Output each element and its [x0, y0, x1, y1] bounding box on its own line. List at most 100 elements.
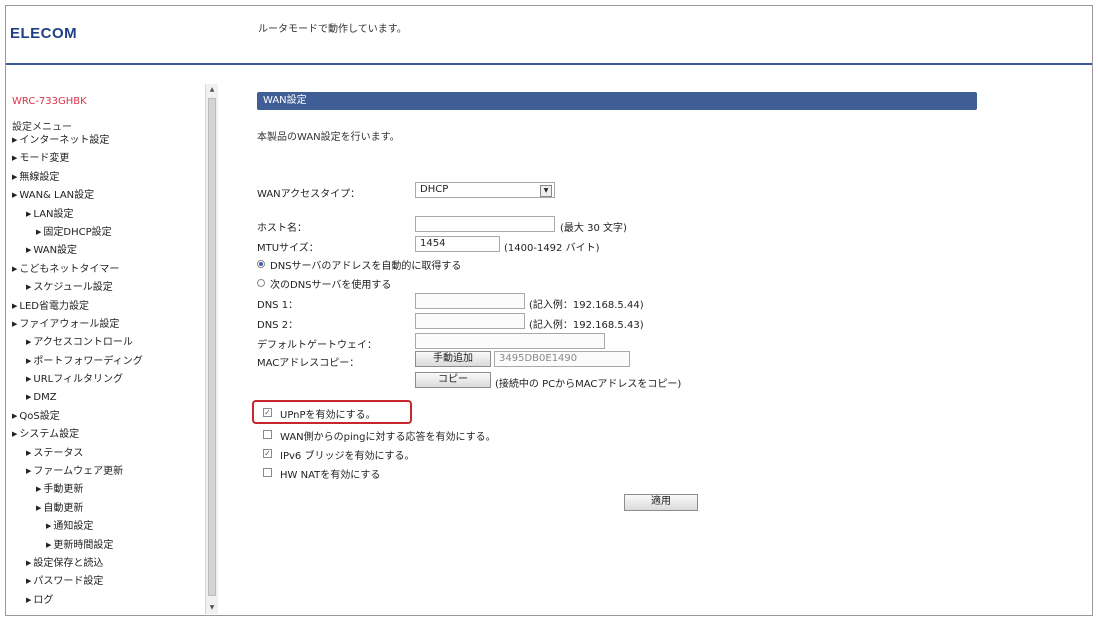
- triangle-right-icon: ▶: [26, 209, 32, 218]
- sidebar-item-label: 通知設定: [53, 521, 94, 533]
- sidebar-item-label: QoS設定: [19, 410, 60, 422]
- dns-auto-radio[interactable]: [257, 260, 265, 268]
- mac-address-input[interactable]: 3495DB0E1490: [494, 351, 630, 367]
- sidebar-item[interactable]: ▶ 自動更新: [6, 500, 206, 518]
- triangle-right-icon: ▶: [26, 338, 32, 347]
- sidebar-item[interactable]: ▶ LAN設定: [6, 206, 206, 224]
- scroll-down-icon[interactable]: ▼: [206, 602, 218, 614]
- manual-add-button[interactable]: 手動追加: [415, 351, 491, 367]
- sidebar-item[interactable]: ▶ WAN設定: [6, 242, 206, 260]
- sidebar-item[interactable]: ▶ モード変更: [6, 150, 206, 168]
- sidebar-item-label: 自動更新: [43, 502, 84, 514]
- sidebar-item[interactable]: ▶ 無線設定: [6, 169, 206, 187]
- sidebar-item[interactable]: ▶ 設定保存と読込: [6, 555, 206, 573]
- sidebar-item[interactable]: ▶ ファームウェア更新: [6, 463, 206, 481]
- triangle-right-icon: ▶: [12, 430, 18, 439]
- scroll-thumb[interactable]: [208, 98, 216, 596]
- sidebar-item[interactable]: ▶ ポートフォワーディング: [6, 353, 206, 371]
- triangle-right-icon: ▶: [12, 319, 18, 328]
- apply-button[interactable]: 適用: [624, 494, 698, 511]
- sidebar-item[interactable]: ▶ システム設定: [6, 426, 206, 444]
- mac-copy-hint: (接続中の PCからMACアドレスをコピー): [495, 379, 682, 390]
- triangle-right-icon: ▶: [12, 191, 18, 200]
- sidebar-item-label: パスワード設定: [33, 576, 104, 588]
- triangle-right-icon: ▶: [26, 393, 32, 402]
- hostname-label: ホスト名：: [257, 223, 307, 234]
- sidebar-item[interactable]: ▶ 手動更新: [6, 481, 206, 499]
- triangle-right-icon: ▶: [26, 467, 32, 476]
- triangle-right-icon: ▶: [26, 375, 32, 384]
- sidebar-item-label: 更新時間設定: [53, 539, 114, 551]
- gateway-input[interactable]: [415, 333, 605, 349]
- section-title: WAN設定: [257, 92, 977, 110]
- sidebar-item[interactable]: ▶ アクセスコントロール: [6, 334, 206, 352]
- dns-manual-radio[interactable]: [257, 279, 265, 287]
- scroll-up-icon[interactable]: ▲: [206, 84, 218, 96]
- sidebar-item-label: ポートフォワーディング: [33, 355, 143, 367]
- sidebar-item-label: 固定DHCP設定: [43, 226, 112, 238]
- hw-nat-checkbox[interactable]: [263, 468, 272, 477]
- triangle-right-icon: ▶: [36, 227, 42, 236]
- triangle-right-icon: ▶: [12, 136, 18, 144]
- sidebar-item[interactable]: ▶ 固定DHCP設定: [6, 224, 206, 242]
- triangle-right-icon: ▶: [36, 503, 42, 512]
- sidebar-item-label: インターネット設定: [19, 135, 110, 146]
- sidebar-item-label: アクセスコントロール: [33, 337, 133, 349]
- sidebar-item[interactable]: ▶ ログ: [6, 592, 206, 610]
- dns2-input[interactable]: [415, 313, 525, 329]
- sidebar-item[interactable]: ▶ DMZ: [6, 389, 206, 407]
- sidebar-item[interactable]: ▶ LED省電力設定: [6, 298, 206, 316]
- wan-ping-checkbox[interactable]: [263, 430, 272, 439]
- triangle-right-icon: ▶: [46, 540, 52, 549]
- dns-manual-label: 次のDNSサーバを使用する: [270, 280, 392, 291]
- sidebar-item-label: ログ: [33, 594, 54, 606]
- sidebar-scrollbar[interactable]: ▲ ▼: [205, 84, 218, 614]
- wan-access-type-select[interactable]: DHCP ▼: [415, 182, 555, 198]
- mac-copy-button[interactable]: コピー: [415, 372, 491, 388]
- triangle-right-icon: ▶: [26, 246, 32, 255]
- upnp-label: UPnPを有効にする。: [280, 410, 376, 421]
- triangle-right-icon: ▶: [36, 485, 42, 494]
- sidebar-item-label: WAN設定: [33, 245, 78, 257]
- dns2-label: DNS 2：: [257, 320, 299, 331]
- sidebar-item[interactable]: ▶ こどもネットタイマー: [6, 261, 206, 279]
- sidebar-item[interactable]: ▶ ステータス: [6, 445, 206, 463]
- mtu-hint: (1400-1492 バイト): [504, 243, 600, 254]
- sidebar-item-label: 手動更新: [43, 484, 84, 496]
- sidebar-item-label: LAN設定: [33, 208, 74, 220]
- router-mode-status: ルータモードで動作しています。: [258, 24, 407, 35]
- sidebar-item[interactable]: ▶ QoS設定: [6, 408, 206, 426]
- triangle-right-icon: ▶: [26, 595, 32, 604]
- triangle-right-icon: ▶: [26, 558, 32, 567]
- hostname-input[interactable]: [415, 216, 555, 232]
- dns2-hint: (記入例：192.168.5.43): [529, 320, 644, 331]
- sidebar-item[interactable]: ▶ ファイアウォール設定: [6, 316, 206, 334]
- model-name: WRC-733GHBK: [12, 96, 87, 107]
- dns1-input[interactable]: [415, 293, 525, 309]
- sidebar-item-label: DMZ: [33, 392, 57, 404]
- chevron-down-icon: ▼: [540, 185, 552, 197]
- elecom-logo: ELECOM: [10, 25, 78, 42]
- dns1-hint: (記入例：192.168.5.44): [529, 300, 644, 311]
- sidebar-item[interactable]: ▶ WAN& LAN設定: [6, 187, 206, 205]
- settings-menu: ▶ インターネット設定 ▶ モード変更 ▶ 無線設定 ▶ WAN& LAN設定 ▶ LAN設定 ▶ 固…: [6, 132, 206, 610]
- sidebar-item[interactable]: ▶ URLフィルタリング: [6, 371, 206, 389]
- mtu-label: MTUサイズ：: [257, 243, 319, 254]
- triangle-right-icon: ▶: [12, 411, 18, 420]
- sidebar-item-label: スケジュール設定: [33, 282, 113, 294]
- sidebar-item[interactable]: ▶ 更新時間設定: [6, 537, 206, 555]
- ipv6-bridge-checkbox[interactable]: ✓: [263, 449, 272, 458]
- browser-frame: ELECOM ルータモードで動作しています。 WRC-733GHBK 設定メニュ…: [5, 5, 1093, 616]
- menu-title: 設定メニュー: [12, 122, 72, 133]
- sidebar-item-label: WAN& LAN設定: [19, 190, 95, 202]
- mtu-input[interactable]: 1454: [415, 236, 500, 252]
- sidebar-item-label: URLフィルタリング: [33, 374, 124, 386]
- sidebar-item[interactable]: ▶ パスワード設定: [6, 573, 206, 591]
- sidebar-item[interactable]: ▶ 通知設定: [6, 518, 206, 536]
- triangle-right-icon: ▶: [26, 356, 32, 365]
- sidebar-item[interactable]: ▶ インターネット設定: [6, 132, 206, 150]
- page-description: 本製品のWAN設定を行います。: [257, 132, 400, 143]
- triangle-right-icon: ▶: [12, 172, 18, 181]
- sidebar-item[interactable]: ▶ スケジュール設定: [6, 279, 206, 297]
- upnp-checkbox[interactable]: ✓: [263, 408, 272, 417]
